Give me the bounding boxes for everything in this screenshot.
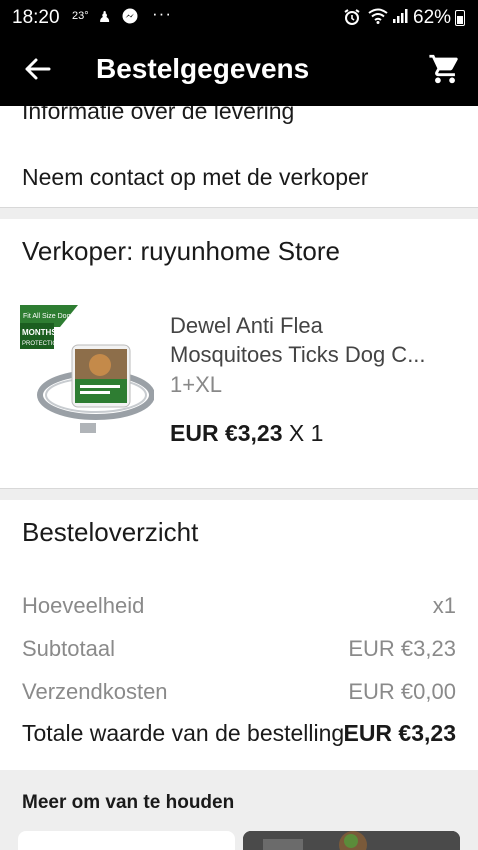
signal-icon bbox=[392, 8, 408, 28]
app-bar: Bestelgegevens bbox=[0, 34, 478, 106]
order-total-value: EUR €3,23 bbox=[343, 720, 456, 747]
notification-icon: ♟ bbox=[98, 9, 112, 26]
shipping-label: Verzendkosten bbox=[22, 679, 168, 704]
recommendation-card[interactable] bbox=[18, 831, 235, 850]
messenger-icon bbox=[122, 8, 138, 28]
wifi-icon bbox=[368, 8, 388, 28]
page-title: Bestelgegevens bbox=[96, 53, 310, 84]
quantity-label: Hoeveelheid bbox=[22, 593, 145, 618]
back-arrow-icon[interactable] bbox=[22, 54, 52, 84]
product-name-line2: Mosquitoes Ticks Dog C... bbox=[170, 342, 426, 367]
more-notifications-icon: ··· bbox=[152, 4, 172, 23]
thumb-protect-text: PROTECTION bbox=[22, 341, 61, 347]
recommendations-title: Meer om van te houden bbox=[22, 792, 235, 813]
status-time: 18:20 bbox=[12, 7, 60, 28]
seller-name[interactable]: Verkoper: ruyunhome Store bbox=[22, 236, 340, 267]
section-divider bbox=[0, 207, 478, 219]
thumb-banner-text: Fit All Size Dogs bbox=[23, 313, 74, 320]
shopping-cart-icon[interactable] bbox=[428, 52, 462, 86]
subtotal-label: Subtotaal bbox=[22, 636, 115, 661]
section-divider bbox=[0, 488, 478, 500]
product-variant: 1+XL bbox=[170, 372, 222, 397]
recommendation-card[interactable] bbox=[243, 831, 460, 850]
alarm-icon bbox=[343, 8, 361, 30]
thumb-months-text: MONTHS 8 bbox=[22, 328, 64, 337]
order-total-label: Totale waarde van de bestelling bbox=[22, 720, 345, 746]
product-name-line1: Dewel Anti Flea bbox=[170, 313, 323, 338]
subtotal-value: EUR €3,23 bbox=[348, 636, 456, 661]
status-bar: 18:20 23° ♟ ··· 62% bbox=[0, 0, 478, 34]
quantity-value: x1 bbox=[432, 593, 456, 618]
battery-percentage: 62% bbox=[413, 7, 452, 28]
product-price-quantity: EUR €3,23 X 1 bbox=[170, 420, 323, 447]
order-summary-title: Besteloverzicht bbox=[22, 517, 199, 547]
battery-icon bbox=[455, 10, 465, 26]
status-temperature: 23° bbox=[72, 10, 89, 22]
contact-seller-link[interactable]: Neem contact op met de verkoper bbox=[22, 164, 368, 191]
product-price: EUR €3,23 bbox=[170, 420, 283, 446]
shipping-value: EUR €0,00 bbox=[348, 679, 456, 704]
product-name[interactable]: Dewel Anti Flea Mosquitoes Ticks Dog C..… bbox=[170, 311, 460, 369]
product-thumbnail[interactable]: Fit All Size Dogs MONTHS 8 PROTECTION bbox=[20, 305, 155, 439]
product-quantity: X 1 bbox=[288, 420, 324, 446]
